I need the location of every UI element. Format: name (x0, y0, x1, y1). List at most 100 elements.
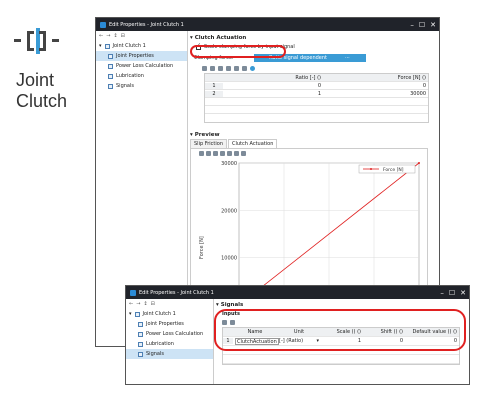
tree-item-label: Joint Clutch 1 (142, 311, 176, 317)
table-icon[interactable] (202, 65, 207, 71)
copy-icon[interactable] (210, 65, 215, 71)
tree-item-lubrication[interactable]: Lubrication (96, 71, 187, 81)
tree-item-joint-properties[interactable]: Joint Properties (126, 319, 213, 329)
table-toolbar (190, 63, 439, 73)
preview-tabs: Slip Friction Clutch Actuation (190, 139, 439, 148)
component-icon (104, 43, 110, 49)
y-tick-label: 20000 (221, 208, 237, 214)
column-header[interactable]: Force [N] () (323, 75, 428, 81)
column-header[interactable]: Ratio [-] () (223, 75, 323, 81)
minimize-icon[interactable]: – (440, 289, 444, 297)
tree-item-joint-clutch[interactable]: ▾ Joint Clutch 1 (126, 309, 213, 319)
table-cell[interactable]: 0 (223, 83, 323, 89)
force-ratio-table: Ratio [-] () Force [N] () 1 0 0 2 1 3000… (204, 73, 429, 123)
preview-header[interactable]: ▾ Preview (190, 130, 439, 139)
collapse-section-icon[interactable]: ▾ (190, 35, 193, 41)
tree-item-label: Joint Clutch 1 (112, 43, 146, 49)
joint-clutch-logo: Joint Clutch (8, 28, 78, 112)
tree-item-label: Joint Properties (116, 53, 154, 59)
table-cell[interactable]: 1 (223, 91, 323, 97)
back-icon[interactable]: ← (99, 33, 103, 39)
maximize-icon[interactable]: ☐ (449, 289, 455, 297)
page-icon (108, 63, 113, 69)
delete-row-icon[interactable] (234, 65, 239, 71)
row-index: 2 (205, 90, 223, 97)
page-icon (108, 53, 113, 59)
table-row (223, 355, 459, 364)
signals-header[interactable]: ▾ Signals (216, 300, 469, 309)
zoom-out-icon[interactable] (227, 151, 232, 156)
page-icon (108, 83, 113, 89)
logo-title-line2: Clutch (16, 91, 68, 111)
table-row (205, 106, 428, 114)
minimize-icon[interactable]: – (410, 21, 414, 29)
table-header: Ratio [-] () Force [N] () (205, 74, 428, 82)
tree-item-label: Signals (116, 83, 134, 89)
sort-icon[interactable]: ↕ (143, 301, 147, 307)
window-title: Edit Properties - Joint Clutch 1 (139, 289, 214, 296)
tree-toolbar: ← → ↕ ⊟ (96, 31, 187, 41)
section-title: Signals (220, 301, 244, 308)
page-icon (108, 73, 113, 79)
collapse-section-icon[interactable]: ▾ (216, 302, 219, 308)
clutch-actuation-header[interactable]: ▾ Clutch Actuation (190, 33, 439, 42)
sort-icon[interactable]: ↕ (113, 33, 117, 39)
table-row: 2 1 30000 (205, 90, 428, 98)
tree-toolbar: ← → ↕ ⊟ (126, 299, 213, 309)
collapse-icon[interactable]: ⊟ (151, 301, 155, 307)
expand-icon[interactable]: ▾ (129, 311, 132, 317)
tree-item-lubrication[interactable]: Lubrication (126, 339, 213, 349)
legend-marker (370, 168, 372, 170)
dropdown-icon: ⋯ (345, 54, 351, 61)
info-icon[interactable] (250, 65, 255, 71)
window-title: Edit Properties - Joint Clutch 1 (109, 21, 184, 28)
collapse-icon[interactable]: ⊟ (121, 33, 125, 39)
forward-icon[interactable]: → (106, 33, 110, 39)
maximize-icon[interactable]: ☐ (419, 21, 425, 29)
tree-item-label: Joint Properties (146, 321, 184, 327)
section-title: Preview (194, 131, 220, 138)
collapse-section-icon[interactable]: ▾ (190, 132, 193, 138)
zoom-in-icon[interactable] (220, 151, 225, 156)
tree-item-label: Signals (146, 351, 164, 357)
grid-icon[interactable] (234, 151, 239, 156)
page-icon (138, 351, 143, 357)
add-row-icon[interactable] (226, 65, 231, 71)
y-tick-label: 10000 (221, 256, 237, 262)
paste-icon[interactable] (218, 65, 223, 71)
data-point (418, 162, 420, 164)
export-icon[interactable] (241, 151, 246, 156)
close-icon[interactable]: ✕ (460, 289, 466, 297)
fit-icon[interactable] (213, 151, 218, 156)
tree-item-power-loss[interactable]: Power Loss Calculation (126, 329, 213, 339)
tab-clutch-actuation[interactable]: Clutch Actuation (228, 139, 278, 148)
logo-title-line1: Joint (16, 70, 55, 90)
chart-toolbar (191, 149, 427, 158)
joint-clutch-icon (14, 28, 59, 54)
table-row (205, 98, 428, 106)
tree-item-label: Power Loss Calculation (116, 63, 174, 69)
tree-item-signals[interactable]: Signals (96, 81, 187, 91)
tree-item-power-loss[interactable]: Power Loss Calculation (96, 61, 187, 71)
highlight-checkbox (190, 45, 286, 58)
app-icon (100, 21, 106, 28)
back-icon[interactable]: ← (129, 301, 133, 307)
table-cell[interactable]: 0 (323, 83, 428, 89)
tree-item-label: Power Loss Calculation (146, 331, 204, 337)
sort-icon[interactable] (242, 65, 247, 71)
component-icon (134, 311, 140, 317)
zoom-icon[interactable] (199, 151, 204, 156)
title-bar: Edit Properties - Joint Clutch 1 – ☐ ✕ (96, 18, 439, 31)
tree-item-joint-clutch[interactable]: ▾ Joint Clutch 1 (96, 41, 187, 51)
tab-slip-friction[interactable]: Slip Friction (190, 139, 227, 148)
page-icon (138, 331, 143, 337)
tree-item-joint-properties[interactable]: Joint Properties (96, 51, 187, 61)
legend-label: Force [N] (383, 167, 404, 173)
tree-item-label: Lubrication (116, 73, 144, 79)
expand-icon[interactable]: ▾ (99, 43, 102, 49)
forward-icon[interactable]: → (136, 301, 140, 307)
tree-item-signals[interactable]: Signals (126, 349, 213, 359)
close-icon[interactable]: ✕ (430, 21, 436, 29)
pan-icon[interactable] (206, 151, 211, 156)
table-cell[interactable]: 30000 (323, 91, 428, 97)
